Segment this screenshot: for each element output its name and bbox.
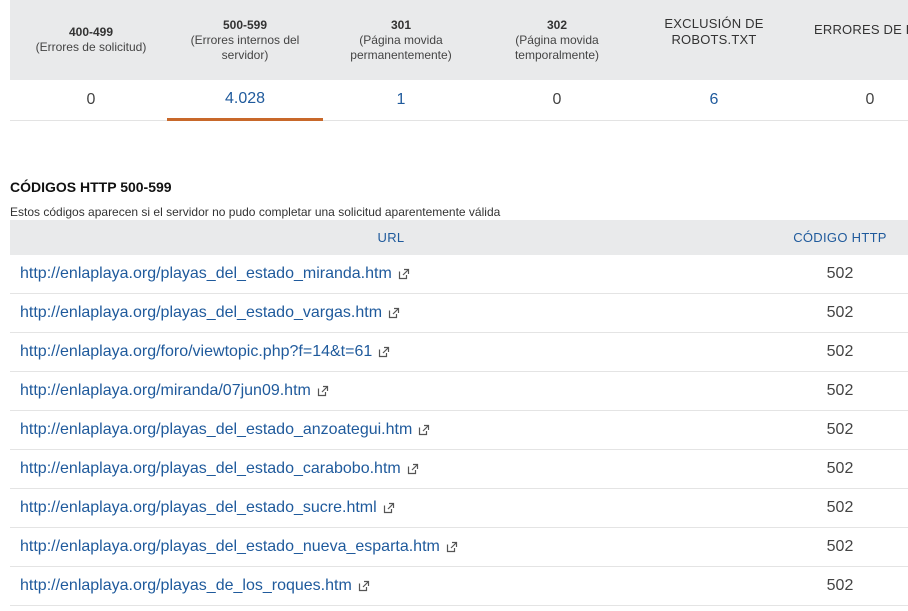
section-title: CÓDIGOS HTTP 500-599	[10, 179, 172, 195]
table-row: http://enlaplaya.org/playas_del_estado_c…	[10, 449, 908, 489]
tab-500-599[interactable]: 500-599 (Errores internos del servidor)	[167, 0, 323, 80]
value-400-499: 0	[86, 91, 96, 108]
url-link[interactable]: http://enlaplaya.org/playas_del_estado_n…	[20, 538, 440, 555]
tab-code: 301	[390, 17, 412, 32]
tab-301[interactable]: 301 (Página movida permanentemente)	[323, 0, 479, 80]
external-link-icon[interactable]	[378, 346, 390, 358]
tab-400-499[interactable]: 400-499 (Errores de solicitud)	[13, 0, 169, 80]
external-link-icon[interactable]	[446, 541, 458, 553]
url-cell: http://enlaplaya.org/playas_del_estado_m…	[10, 255, 772, 294]
url-link[interactable]: http://enlaplaya.org/playas_del_estado_m…	[20, 265, 392, 282]
external-link-icon[interactable]	[418, 424, 430, 436]
url-cell: http://enlaplaya.org/playas_del_estado_s…	[10, 488, 772, 528]
url-link[interactable]: http://enlaplaya.org/playas_del_estado_a…	[20, 421, 412, 438]
table-row: http://enlaplaya.org/playas_del_estado_a…	[10, 410, 908, 450]
url-link[interactable]: http://enlaplaya.org/playas_del_estado_s…	[20, 499, 377, 516]
http-code-cell: 502	[772, 410, 908, 450]
http-code-cell: 502	[772, 293, 908, 333]
external-link-icon[interactable]	[358, 580, 370, 592]
tab-subtitle: (Página movida permanentemente)	[350, 32, 452, 62]
tab-code: 500-599	[222, 17, 268, 32]
url-column-header[interactable]: URL	[10, 220, 772, 255]
table-row: http://enlaplaya.org/playas_del_estado_m…	[10, 255, 908, 294]
code-column-header[interactable]: CÓDIGO HTTP	[772, 220, 908, 255]
external-link-icon[interactable]	[317, 385, 329, 397]
external-link-icon[interactable]	[388, 307, 400, 319]
value-robots-exclusion[interactable]: 6	[636, 80, 792, 120]
http-codes-table: URL CÓDIGO HTTP http://enlaplaya.org/pla…	[10, 220, 908, 606]
url-cell: http://enlaplaya.org/playas_del_estado_v…	[10, 293, 772, 333]
url-cell: http://enlaplaya.org/playas_del_estado_c…	[10, 449, 772, 489]
external-link-icon[interactable]	[398, 268, 410, 280]
value-500-599[interactable]: 4.028	[167, 80, 323, 121]
tab-code: 400-499	[68, 25, 114, 39]
table-row: http://enlaplaya.org/foro/viewtopic.php?…	[10, 332, 908, 372]
url-cell: http://enlaplaya.org/playas_de_los_roque…	[10, 566, 772, 606]
tab-subtitle: (Página movida temporalmente)	[514, 32, 600, 62]
table-header-row: URL CÓDIGO HTTP	[10, 220, 908, 255]
value-errors-truncated: 0	[865, 91, 875, 108]
table-row: http://enlaplaya.org/playas_del_estado_v…	[10, 293, 908, 333]
tab-subtitle: (Errores internos del servidor)	[190, 32, 300, 62]
tab-code: EXCLUSIÓN DE ROBOTS.TXT	[664, 16, 764, 47]
url-cell: http://enlaplaya.org/miranda/07jun09.htm	[10, 371, 772, 411]
url-link[interactable]: http://enlaplaya.org/playas_del_estado_c…	[20, 460, 401, 477]
url-link[interactable]: http://enlaplaya.org/playas_del_estado_v…	[20, 304, 382, 321]
tab-code: 302	[546, 17, 568, 32]
http-code-cell: 502	[772, 449, 908, 489]
table-row: http://enlaplaya.org/miranda/07jun09.htm…	[10, 371, 908, 411]
section-description: Estos códigos aparecen si el servidor no…	[10, 205, 501, 219]
summary-header-bar: 400-499 (Errores de solicitud) 500-599 (…	[10, 0, 908, 80]
url-cell: http://enlaplaya.org/playas_del_estado_a…	[10, 410, 772, 450]
http-code-cell: 502	[772, 332, 908, 372]
tab-subtitle: (Errores de solicitud)	[35, 40, 147, 54]
http-code-cell: 502	[772, 488, 908, 528]
value-302: 0	[552, 91, 562, 108]
url-link[interactable]: http://enlaplaya.org/foro/viewtopic.php?…	[20, 343, 372, 360]
http-code-cell: 502	[772, 371, 908, 411]
summary-values-row: 0 4.028 1 0 6 0	[10, 80, 908, 121]
url-cell: http://enlaplaya.org/foro/viewtopic.php?…	[10, 332, 772, 372]
http-code-cell: 502	[772, 527, 908, 567]
tab-302[interactable]: 302 (Página movida temporalmente)	[479, 0, 635, 80]
http-code-cell: 502	[772, 255, 908, 294]
table-row: http://enlaplaya.org/playas_del_estado_n…	[10, 527, 908, 567]
tab-errors-truncated[interactable]: ERRORES DE D	[792, 0, 908, 70]
http-code-cell: 502	[772, 566, 908, 606]
external-link-icon[interactable]	[383, 502, 395, 514]
table-row: http://enlaplaya.org/playas_del_estado_s…	[10, 488, 908, 528]
tab-code: ERRORES DE D	[814, 22, 908, 37]
url-cell: http://enlaplaya.org/playas_del_estado_n…	[10, 527, 772, 567]
url-link[interactable]: http://enlaplaya.org/miranda/07jun09.htm	[20, 382, 311, 399]
url-link[interactable]: http://enlaplaya.org/playas_de_los_roque…	[20, 577, 352, 594]
value-301[interactable]: 1	[323, 80, 479, 120]
external-link-icon[interactable]	[407, 463, 419, 475]
table-row: http://enlaplaya.org/playas_de_los_roque…	[10, 566, 908, 606]
tab-robots-exclusion[interactable]: EXCLUSIÓN DE ROBOTS.TXT	[636, 0, 792, 72]
